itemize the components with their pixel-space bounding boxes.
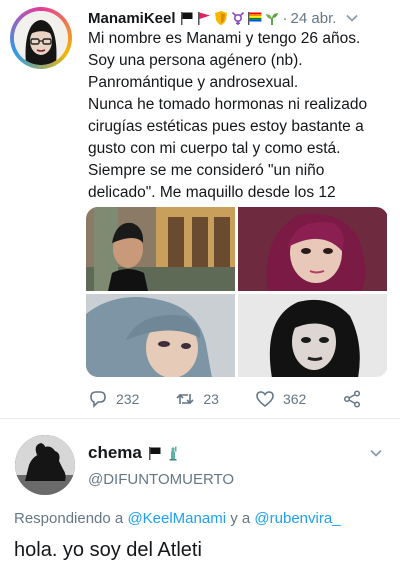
replying-prefix: Respondiendo a bbox=[14, 510, 124, 527]
tweet-text: Mi nombre es Manami y tengo 26 años. Soy… bbox=[88, 30, 368, 201]
photo-4[interactable] bbox=[238, 294, 387, 377]
mention-link-2[interactable]: @rubenvira_ bbox=[254, 510, 340, 527]
reply-author-name[interactable]: chema bbox=[88, 443, 142, 463]
retweet-icon bbox=[176, 393, 194, 405]
photo-3[interactable] bbox=[86, 294, 235, 377]
reply-author-handle[interactable]: @DIFUNTOMUERTO bbox=[88, 471, 234, 488]
red-flag-icon bbox=[197, 12, 210, 25]
original-tweet: ManamiKeel · 24 abr. Mi nombre es Manami… bbox=[0, 0, 400, 418]
replying-connector: y a bbox=[230, 510, 251, 527]
black-flag-icon bbox=[148, 447, 161, 460]
separator-dot: · bbox=[282, 9, 288, 27]
transgender-symbol-icon bbox=[231, 11, 244, 25]
yellow-shield-icon bbox=[214, 11, 227, 25]
photo-grid bbox=[86, 207, 388, 377]
retweet-count: 23 bbox=[203, 391, 219, 407]
author-avatar[interactable] bbox=[10, 7, 72, 69]
author-name[interactable]: ManamiKeel bbox=[88, 10, 176, 27]
reply-author-row: chema bbox=[88, 443, 181, 463]
share-action[interactable] bbox=[342, 389, 362, 409]
like-count: 362 bbox=[282, 391, 307, 407]
chevron-down-icon[interactable] bbox=[346, 12, 358, 24]
share-icon bbox=[344, 390, 361, 408]
tweet-actions: 232 23 362 bbox=[88, 388, 378, 410]
tweet-timestamp[interactable]: 24 abr. bbox=[291, 10, 337, 27]
reply-author-avatar[interactable] bbox=[15, 435, 75, 495]
rainbow-flag-icon bbox=[247, 12, 261, 25]
like-action[interactable]: 362 bbox=[255, 389, 306, 409]
mention-link-1[interactable]: @KeelManami bbox=[127, 510, 226, 527]
statue-of-liberty-icon bbox=[169, 446, 177, 461]
replying-to-line: Respondiendo a @KeelManami y a @rubenvir… bbox=[14, 510, 341, 527]
retweet-action[interactable]: 23 bbox=[175, 389, 219, 409]
reply-text: hola. yo soy del Atleti bbox=[14, 539, 202, 561]
reply-icon bbox=[90, 391, 106, 408]
reply-action[interactable]: 232 bbox=[88, 389, 139, 409]
chevron-down-icon[interactable] bbox=[370, 447, 382, 459]
seedling-icon bbox=[265, 13, 278, 25]
black-flag-icon bbox=[180, 12, 193, 25]
photo-2[interactable] bbox=[238, 207, 387, 291]
reply-tweet: chema @DIFUNTOMUERTO Respondiendo a @Kee… bbox=[0, 418, 400, 571]
reply-count: 232 bbox=[116, 391, 140, 407]
heart-icon bbox=[256, 391, 274, 408]
tweet-header: ManamiKeel · 24 abr. bbox=[88, 8, 396, 28]
name-emoji-badges bbox=[179, 10, 280, 26]
photo-1[interactable] bbox=[86, 207, 235, 291]
